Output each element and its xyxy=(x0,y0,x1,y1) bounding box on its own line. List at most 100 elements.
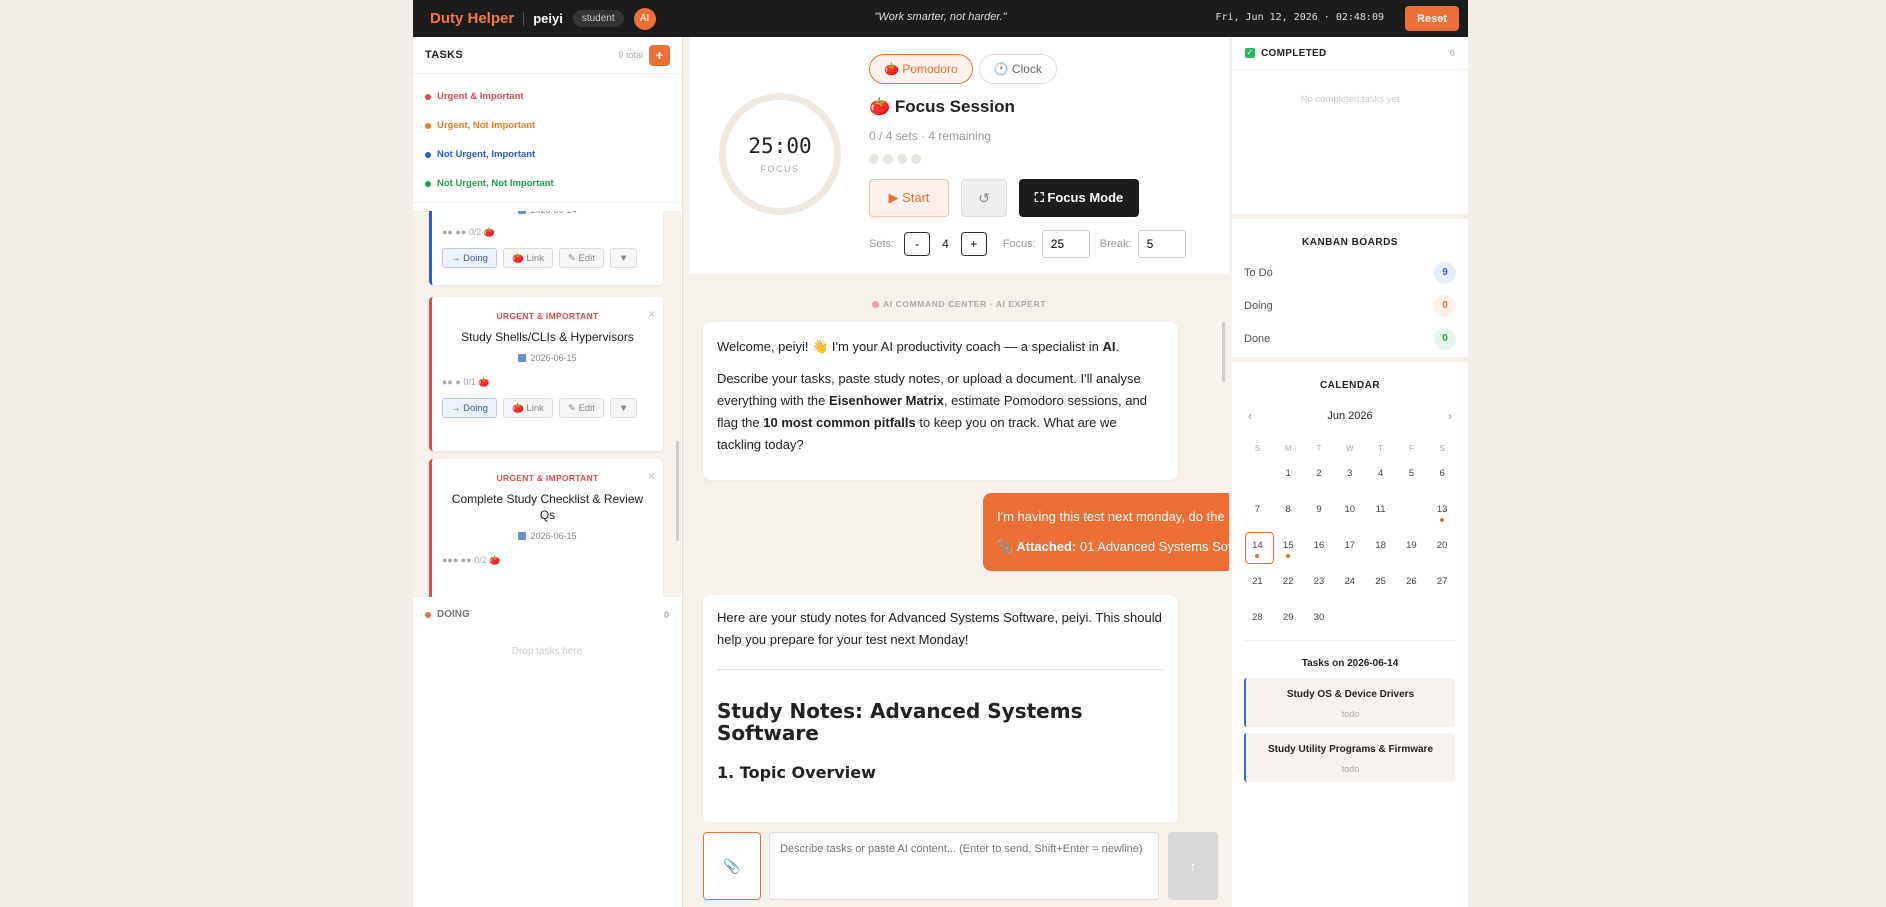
calendar-icon xyxy=(518,532,527,540)
chat-scrollbar[interactable] xyxy=(1222,322,1225,382)
calendar-empty-cell xyxy=(1427,608,1458,644)
calendar-month: Jun 2026 xyxy=(1327,410,1373,422)
calendar-icon xyxy=(518,354,527,362)
calendar-day[interactable]: 23 xyxy=(1304,572,1335,608)
divider xyxy=(1244,640,1456,641)
legend-label: Urgent, Not Important xyxy=(437,120,536,131)
sets-decrement-button[interactable]: - xyxy=(904,232,931,256)
expand-task-button[interactable]: ▼ xyxy=(609,248,638,268)
calendar-day[interactable]: 14 xyxy=(1242,532,1274,572)
reset-button[interactable]: Reset xyxy=(1405,6,1459,31)
calendar-day[interactable]: 8 xyxy=(1273,500,1304,536)
priority-legend: Urgent & Important Urgent, Not Important… xyxy=(413,74,682,203)
expand-task-button[interactable]: ▼ xyxy=(609,398,638,418)
reset-timer-button[interactable]: ↺ xyxy=(961,179,1007,217)
legend-item-not-urgent-not-important[interactable]: Not Urgent, Not Important xyxy=(425,169,670,198)
kanban-row-done[interactable]: Done 0 xyxy=(1232,322,1468,355)
calendar-day[interactable]: 16 xyxy=(1304,536,1335,572)
legend-dot xyxy=(425,122,431,129)
close-icon[interactable]: × xyxy=(648,307,655,321)
notes-heading: Study Notes: Advanced Systems Software xyxy=(717,699,1083,745)
session-progress: 0 / 4 sets · 4 remaining xyxy=(869,129,992,143)
calendar-day[interactable]: 30 xyxy=(1304,608,1335,644)
calendar-day[interactable]: 13 xyxy=(1427,500,1458,536)
calendar-week: 28 29 30 xyxy=(1242,608,1458,644)
calendar-day[interactable]: 15 xyxy=(1273,536,1304,572)
kanban-row-todo[interactable]: To Do 9 xyxy=(1232,256,1468,289)
calendar-day[interactable]: 9 xyxy=(1304,500,1335,536)
drop-zone[interactable]: Drop tasks here xyxy=(413,646,681,657)
start-button[interactable]: ▶ Start xyxy=(869,179,949,217)
calendar-day[interactable]: 1 xyxy=(1273,464,1304,500)
calendar-day[interactable]: 20 xyxy=(1427,536,1458,572)
day-task-item[interactable]: Study Utility Programs & Firmware todo xyxy=(1244,733,1455,782)
session-dots xyxy=(869,154,921,164)
calendar-day[interactable]: 3 xyxy=(1334,464,1365,500)
calendar-day[interactable]: 17 xyxy=(1334,536,1365,572)
brand-logo: Duty Helper xyxy=(430,10,515,27)
task-card[interactable]: URGENT & IMPORTANT × Complete Study Chec… xyxy=(429,459,663,597)
edit-task-button[interactable]: ✎ Edit xyxy=(558,248,604,268)
calendar-day[interactable]: 26 xyxy=(1396,572,1427,608)
attachment[interactable]: 📎 Attached: 01 Advanced Systems Software… xyxy=(997,536,1229,558)
tab-clock[interactable]: 🕐 Clock xyxy=(978,54,1057,84)
move-to-doing-button[interactable]: → Doing xyxy=(442,248,497,268)
calendar-day[interactable]: 11 xyxy=(1365,500,1396,536)
calendar-day[interactable]: 25 xyxy=(1365,572,1396,608)
session-title: 🍅 Focus Session xyxy=(869,97,1015,116)
day-task-title: Study Utility Programs & Firmware xyxy=(1267,744,1434,755)
add-task-button[interactable]: + xyxy=(649,44,670,66)
message-input[interactable] xyxy=(769,832,1159,900)
calendar-day[interactable]: 6 xyxy=(1427,464,1458,500)
task-list-scrollbar[interactable] xyxy=(676,441,679,541)
calendar-day[interactable]: 18 xyxy=(1365,536,1396,572)
break-minutes-input[interactable] xyxy=(1137,230,1186,258)
edit-task-button[interactable]: ✎ Edit xyxy=(558,398,604,418)
chat-thread[interactable]: Welcome, peiyi! 👋 I'm your AI productivi… xyxy=(689,322,1229,822)
day-task-item[interactable]: Study OS & Device Drivers todo xyxy=(1244,678,1455,727)
task-card[interactable]: 2026-06-14 ●● ●● 0/2 🍅 → Doing 🍅 Link ✎ … xyxy=(429,211,663,285)
calendar-day[interactable]: 29 xyxy=(1273,608,1304,644)
ai-badge[interactable]: AI xyxy=(633,7,656,30)
calendar-day[interactable]: 19 xyxy=(1396,536,1427,572)
focus-label: Focus: xyxy=(1002,238,1036,250)
calendar-day[interactable]: 28 xyxy=(1242,608,1273,644)
calendar-day[interactable]: 2 xyxy=(1304,464,1335,500)
doing-header: DOING 0 xyxy=(413,609,681,620)
focus-minutes-input[interactable] xyxy=(1041,230,1090,258)
legend-dot xyxy=(425,151,431,158)
chevron-left-icon[interactable]: ‹ xyxy=(1248,409,1252,423)
calendar-day[interactable]: 4 xyxy=(1365,464,1396,500)
focus-mode-button[interactable]: ⛶ Focus Mode xyxy=(1019,179,1139,217)
sets-increment-button[interactable]: + xyxy=(960,232,987,256)
legend-item-urgent-important[interactable]: Urgent & Important xyxy=(425,82,670,111)
calendar-day[interactable]: 5 xyxy=(1396,464,1427,500)
link-pomodoro-button[interactable]: 🍅 Link xyxy=(502,398,553,418)
send-button[interactable]: ↑ xyxy=(1168,832,1218,900)
task-list[interactable]: 2026-06-14 ●● ●● 0/2 🍅 → Doing 🍅 Link ✎ … xyxy=(413,211,681,597)
tab-pomodoro[interactable]: 🍅 Pomodoro xyxy=(869,54,973,84)
calendar-day[interactable]: 27 xyxy=(1427,572,1458,608)
calendar-day[interactable]: 21 xyxy=(1242,572,1273,608)
paperclip-icon[interactable]: 📎 xyxy=(703,832,761,900)
link-pomodoro-button[interactable]: 🍅 Link xyxy=(502,248,553,268)
chevron-right-icon[interactable]: › xyxy=(1448,409,1452,423)
calendar-day[interactable]: 10 xyxy=(1334,500,1365,536)
kanban-row-doing[interactable]: Doing 0 xyxy=(1232,289,1468,322)
task-marker xyxy=(1286,554,1291,558)
task-title: Study Shells/CLIs & Hypervisors xyxy=(461,330,634,344)
timer-controls: ▶ Start ↺ ⛶ Focus Mode xyxy=(869,179,1139,217)
legend-item-not-urgent-important[interactable]: Not Urgent, Important xyxy=(425,140,670,169)
task-card[interactable]: URGENT & IMPORTANT × Study Shells/CLIs &… xyxy=(429,297,663,451)
calendar-day[interactable]: 7 xyxy=(1242,500,1273,536)
calendar-day[interactable]: 22 xyxy=(1273,572,1304,608)
timer-mode-label: FOCUS xyxy=(760,164,800,174)
legend-item-urgent-not-important[interactable]: Urgent, Not Important xyxy=(425,111,670,140)
close-icon[interactable]: × xyxy=(648,469,655,483)
divider xyxy=(523,11,525,26)
calendar-grid: SMTWTFS 1 2 3 4 5 6 7 8 9 10 11 12 13 14 15 16 17 18 19 20 2… xyxy=(1242,444,1458,644)
move-to-doing-button[interactable]: → Doing xyxy=(442,398,497,418)
calendar-day[interactable]: 24 xyxy=(1334,572,1365,608)
calendar-day[interactable]: 12 xyxy=(1396,496,1427,536)
task-marker xyxy=(1409,518,1414,522)
